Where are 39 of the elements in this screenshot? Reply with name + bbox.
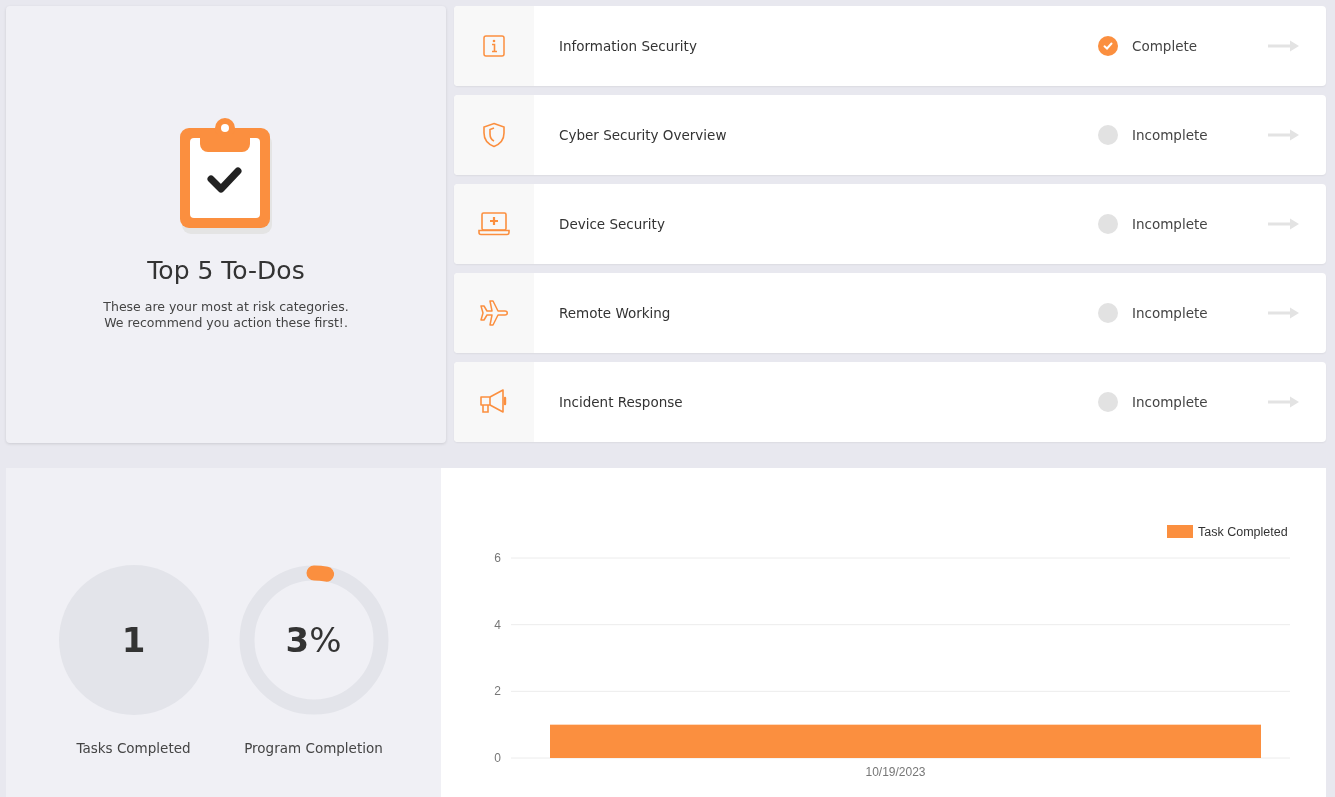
arrow-right-icon[interactable] [1268, 40, 1300, 52]
arrow-right-icon[interactable] [1268, 129, 1300, 141]
megaphone-icon [479, 389, 509, 415]
todo-row[interactable]: Incident Response Incomplete [454, 362, 1326, 442]
todo-row[interactable]: Remote Working Incomplete [454, 273, 1326, 353]
todo-row[interactable]: Device Security Incomplete [454, 184, 1326, 264]
status-text: Complete [1132, 38, 1198, 54]
todo-title: Incident Response [559, 394, 684, 410]
y-axis-label: 0 [494, 751, 501, 765]
info-icon [483, 35, 505, 57]
stat-label: Program Completion [244, 740, 383, 756]
stat-label: Tasks Completed [76, 740, 191, 756]
card-description: These are your most at risk categories. We recommend you action these first!. [103, 299, 349, 331]
todo-title: Cyber Security Overview [559, 127, 728, 143]
card-title: Top 5 To-Dos [147, 256, 305, 285]
y-axis-label: 6 [494, 551, 501, 565]
status-text: Incomplete [1132, 127, 1208, 143]
stat-value: 3% [285, 620, 342, 660]
y-axis-label: 4 [494, 617, 501, 632]
laptop-plus-icon [478, 212, 510, 236]
x-axis-label: 10/19/2023 [865, 765, 926, 779]
shield-icon [482, 122, 506, 148]
todo-title: Information Security [559, 38, 698, 54]
status-text: Incomplete [1132, 305, 1208, 321]
clipboard-check-icon [180, 118, 272, 234]
todo-title: Remote Working [559, 305, 672, 321]
y-axis-label: 2 [494, 684, 501, 699]
legend-label: Task Completed [1198, 525, 1288, 539]
arrow-right-icon[interactable] [1268, 218, 1300, 230]
status-text: Incomplete [1132, 394, 1208, 410]
airplane-icon [479, 300, 509, 326]
stat-value: 1 [121, 620, 146, 660]
todo-row[interactable]: Cyber Security Overview Incomplete [454, 95, 1326, 175]
todo-title: Device Security [559, 216, 666, 232]
todo-row[interactable]: Information Security Complete [454, 6, 1326, 86]
arrow-right-icon[interactable] [1268, 396, 1300, 408]
status-text: Incomplete [1132, 216, 1208, 232]
arrow-right-icon[interactable] [1268, 307, 1300, 319]
legend-swatch [1167, 525, 1193, 538]
